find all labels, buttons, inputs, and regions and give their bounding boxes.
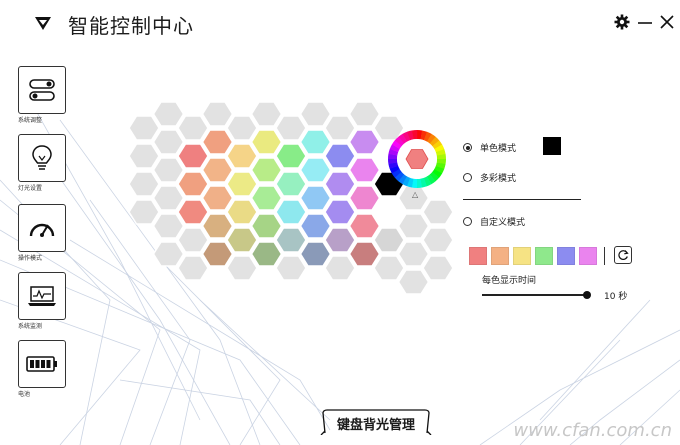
key-hex[interactable] — [397, 241, 430, 267]
interval-value: 10 秒 — [604, 292, 628, 302]
key-hex[interactable] — [324, 171, 356, 197]
key-hex[interactable] — [348, 129, 381, 155]
palette-swatch[interactable] — [557, 247, 575, 265]
palette-swatch[interactable] — [469, 247, 487, 265]
key-hex[interactable] — [275, 255, 307, 281]
key-hex[interactable] — [324, 115, 356, 141]
key-hex[interactable] — [128, 171, 160, 197]
key-hex[interactable] — [177, 199, 209, 225]
key-hex[interactable] — [177, 255, 209, 281]
color-palette — [469, 247, 601, 265]
key-hex[interactable] — [128, 143, 160, 169]
key-hex[interactable] — [348, 241, 381, 267]
key-hex[interactable] — [226, 143, 258, 169]
interval-label: 每色显示时间 — [482, 276, 537, 286]
key-hex[interactable] — [152, 157, 185, 183]
key-hex[interactable] — [275, 199, 307, 225]
key-hex[interactable] — [422, 255, 454, 281]
key-hex[interactable] — [422, 199, 454, 225]
key-hex[interactable] — [201, 241, 234, 267]
key-hex[interactable] — [250, 241, 283, 267]
key-hex[interactable] — [201, 101, 234, 127]
key-hex[interactable] — [152, 185, 185, 211]
divider — [604, 247, 605, 265]
key-hex[interactable] — [226, 171, 258, 197]
key-hex[interactable] — [348, 101, 381, 127]
keyboard-hex-grid — [128, 101, 454, 295]
key-hex[interactable] — [201, 213, 234, 239]
interval-slider[interactable] — [482, 294, 586, 296]
key-hex[interactable] — [275, 227, 307, 253]
mode-label: 单色模式 — [480, 144, 517, 154]
key-hex[interactable] — [299, 101, 332, 127]
refresh-icon[interactable] — [614, 246, 632, 264]
key-hex[interactable] — [250, 101, 283, 127]
key-hex[interactable] — [397, 269, 430, 295]
key-hex[interactable] — [177, 143, 209, 169]
key-hex[interactable] — [299, 185, 332, 211]
key-hex[interactable] — [226, 227, 258, 253]
key-hex[interactable] — [177, 227, 209, 253]
key-hex[interactable] — [422, 227, 454, 253]
key-hex[interactable] — [348, 157, 381, 183]
watermark: www.cfan.com.cn — [513, 420, 672, 441]
key-hex[interactable] — [275, 115, 307, 141]
key-hex[interactable] — [152, 101, 185, 127]
key-hex[interactable] — [201, 157, 234, 183]
key-hex[interactable] — [152, 213, 185, 239]
radio-button[interactable] — [463, 143, 472, 152]
slider-handle[interactable] — [583, 291, 591, 299]
key-hex[interactable] — [226, 115, 258, 141]
palette-swatch[interactable] — [535, 247, 553, 265]
single-color-swatch[interactable] — [543, 137, 561, 155]
mode-single-color[interactable]: 单色模式 — [463, 141, 516, 154]
key-hex[interactable] — [152, 129, 185, 155]
keyboard-backlight-label: 键盘背光管理 — [336, 418, 415, 433]
key-hex[interactable] — [177, 171, 209, 197]
key-hex[interactable] — [348, 185, 381, 211]
key-hex[interactable] — [324, 199, 356, 225]
radio-button[interactable] — [463, 217, 472, 226]
key-hex[interactable] — [299, 241, 332, 267]
key-hex[interactable] — [299, 213, 332, 239]
palette-swatch[interactable] — [579, 247, 597, 265]
key-hex[interactable] — [299, 157, 332, 183]
key-hex[interactable] — [275, 143, 307, 169]
radio-button[interactable] — [463, 173, 472, 182]
key-hex[interactable] — [128, 199, 160, 225]
key-hex[interactable] — [324, 227, 356, 253]
key-hex[interactable] — [299, 129, 332, 155]
key-hex[interactable] — [250, 129, 283, 155]
key-hex[interactable] — [128, 115, 160, 141]
palette-swatch[interactable] — [491, 247, 509, 265]
key-hex[interactable] — [250, 213, 283, 239]
color-wheel[interactable] — [386, 128, 448, 190]
key-hex[interactable] — [373, 227, 405, 253]
key-hex[interactable] — [348, 213, 381, 239]
key-hex[interactable] — [152, 241, 185, 267]
mode-multi-color[interactable]: 多彩模式 — [463, 171, 516, 184]
wheel-pointer-icon: △ — [412, 190, 419, 199]
key-hex[interactable] — [324, 143, 356, 169]
divider — [463, 199, 581, 200]
mode-label: 自定义模式 — [480, 218, 526, 228]
key-hex[interactable] — [324, 255, 356, 281]
mode-custom[interactable]: 自定义模式 — [463, 215, 525, 228]
palette-swatch[interactable] — [513, 247, 531, 265]
key-hex[interactable] — [201, 129, 234, 155]
key-hex[interactable] — [275, 171, 307, 197]
key-hex[interactable] — [250, 157, 283, 183]
key-hex[interactable] — [177, 115, 209, 141]
key-hex[interactable] — [226, 199, 258, 225]
key-hex[interactable] — [373, 255, 405, 281]
key-hex[interactable] — [201, 185, 234, 211]
key-hex[interactable] — [250, 185, 283, 211]
mode-label: 多彩模式 — [480, 174, 517, 184]
keyboard-backlight-button[interactable]: 键盘背光管理 — [320, 409, 432, 436]
key-hex[interactable] — [226, 255, 258, 281]
key-hex[interactable] — [397, 213, 430, 239]
